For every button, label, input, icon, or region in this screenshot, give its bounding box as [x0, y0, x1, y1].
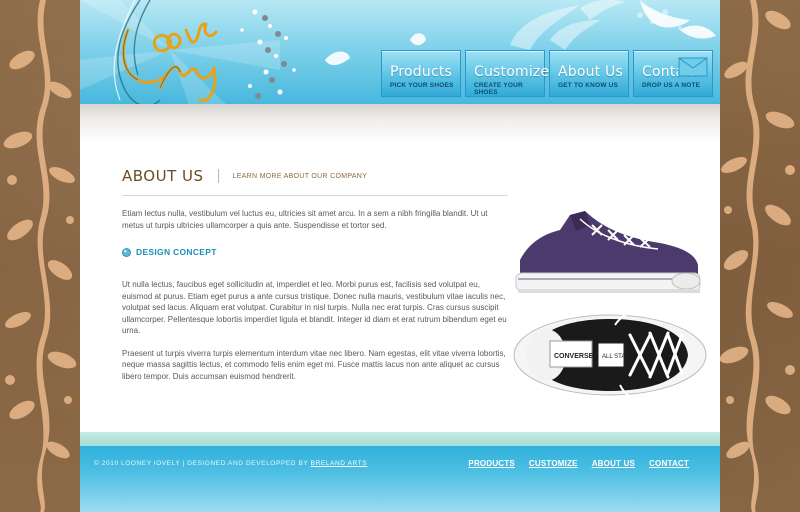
copyright-text: © 2010 LOONEY lOVELY | DESIGNED AND DEVE…	[94, 460, 367, 467]
body-paragraph: Ut nulla lectus, faucibus eget sollicitu…	[122, 280, 507, 335]
nav-title: Customize	[474, 64, 550, 80]
black-sneaker-image: CONVERSE ALL STAR	[513, 308, 707, 402]
shoe-brand-text: CONVERSE	[554, 353, 594, 360]
main-navigation: Products PICK YOUR SHOES Customize CREAT…	[381, 50, 713, 97]
about-content: ABOUT US LEARN MORE ABOUT OUR COMPANY Et…	[122, 160, 510, 382]
footer: © 2010 LOONEY lOVELY | DESIGNED AND DEVE…	[80, 446, 720, 512]
nav-subtitle: GET TO KNOW US	[558, 82, 619, 89]
nav-subtitle: DROP US A NOTE	[642, 82, 701, 89]
envelope-icon	[678, 57, 708, 77]
footer-link-contact[interactable]: CONTACT	[649, 459, 689, 468]
heading-divider	[217, 169, 219, 183]
footer-link-products[interactable]: PRODUCTS	[468, 459, 515, 468]
nav-products[interactable]: Products PICK YOUR SHOES	[381, 50, 461, 97]
footer-link-about-us[interactable]: ABOUT US	[592, 459, 635, 468]
footer-strip	[80, 432, 720, 446]
header-banner: Products PICK YOUR SHOES Customize CREAT…	[80, 0, 720, 108]
shoe-label-text: ALL STAR	[602, 354, 630, 360]
header-shadow	[80, 104, 720, 144]
page-title: ABOUT US	[122, 167, 204, 185]
purple-sneaker-image	[515, 211, 701, 293]
section-heading: DESIGN CONCEPT	[122, 247, 510, 257]
footer-link-customize[interactable]: CUSTOMIZE	[529, 459, 578, 468]
right-floral-decoration	[720, 0, 795, 512]
section-title: DESIGN CONCEPT	[136, 247, 217, 257]
designer-link[interactable]: BRELAND ARTS	[311, 460, 368, 467]
nav-contact[interactable]: Contact DROP US A NOTE	[633, 50, 713, 97]
body-paragraph: Praesent ut turpis viverra turpis elemen…	[122, 348, 506, 381]
nav-title: About Us	[558, 64, 623, 80]
nav-subtitle: CREATE YOUR SHOES	[474, 82, 523, 96]
nav-subtitle: PICK YOUR SHOES	[390, 82, 454, 89]
nav-customize[interactable]: Customize CREATE YOUR SHOES	[465, 50, 550, 97]
page-subtitle: LEARN MORE ABOUT OUR COMPANY	[232, 172, 368, 180]
heading-rule	[122, 195, 508, 196]
footer-navigation: PRODUCTS CUSTOMIZE ABOUT US CONTACT	[468, 459, 689, 468]
intro-paragraph: Etiam lectus nulla, vestibulum vel luctu…	[122, 209, 488, 230]
nav-title: Products	[390, 64, 453, 80]
site-logo[interactable]	[110, 0, 240, 108]
about-heading-row: ABOUT US LEARN MORE ABOUT OUR COMPANY	[122, 160, 510, 192]
copyright-label: © 2010 LOONEY lOVELY | DESIGNED AND DEVE…	[94, 460, 311, 467]
left-floral-decoration	[3, 0, 77, 512]
nav-about-us[interactable]: About Us GET TO KNOW US	[549, 50, 629, 97]
main-page: Products PICK YOUR SHOES Customize CREAT…	[80, 0, 720, 512]
globe-bullet-icon	[122, 247, 131, 257]
